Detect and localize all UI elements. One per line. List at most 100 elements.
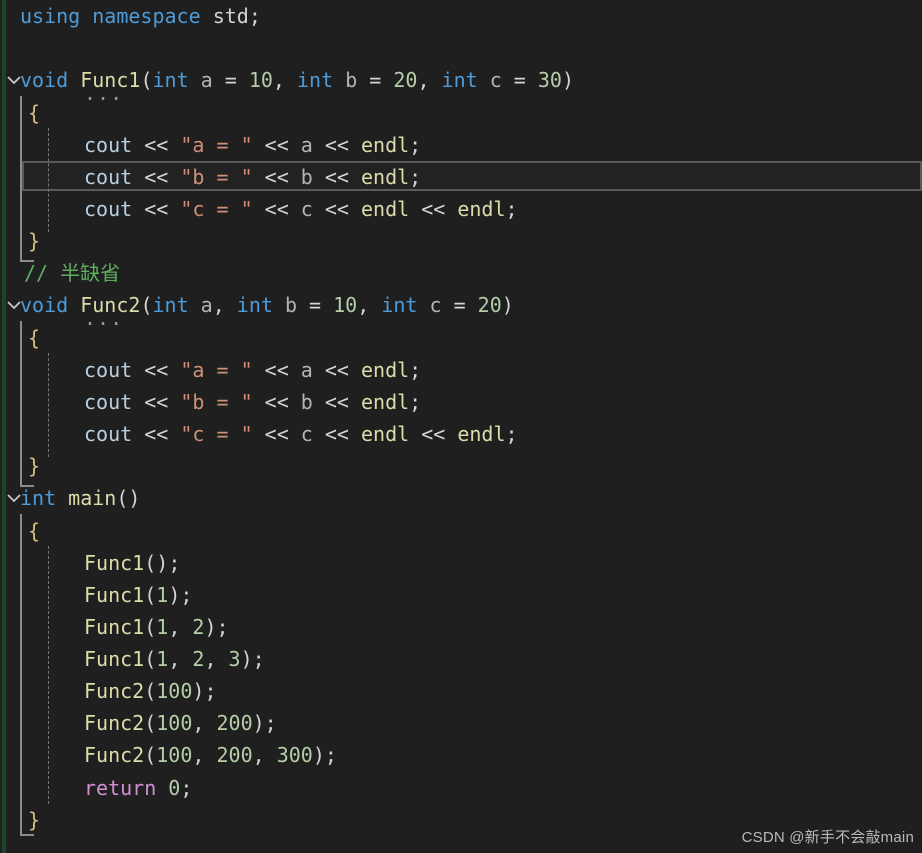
token-function-name: main bbox=[68, 486, 117, 510]
token-number: 10 bbox=[248, 68, 273, 92]
token-param: a bbox=[200, 68, 213, 92]
token-endl: endl bbox=[457, 197, 506, 221]
token-number: 20 bbox=[477, 293, 502, 317]
token-type: int bbox=[236, 293, 273, 317]
token-endl: endl bbox=[361, 422, 410, 446]
code-line[interactable]: cout << "a = " << a << endl; bbox=[0, 354, 922, 386]
token-punctuation: ; bbox=[248, 4, 261, 28]
fold-chevron-func1[interactable] bbox=[7, 64, 21, 96]
token-keyword-return: return bbox=[84, 776, 157, 800]
token-function-call: Func1 bbox=[84, 583, 145, 607]
token-identifier: b bbox=[300, 390, 313, 414]
code-line[interactable]: { bbox=[0, 97, 922, 129]
indent-guide-func1 bbox=[48, 128, 49, 232]
token-paren: () bbox=[116, 486, 141, 510]
inlay-hint-func1: ... bbox=[84, 81, 124, 105]
token-number: 300 bbox=[276, 743, 313, 767]
token-stream: cout bbox=[84, 197, 133, 221]
code-line[interactable]: return 0; bbox=[0, 772, 922, 804]
token-function-call: Func1 bbox=[84, 615, 145, 639]
token-string: b = bbox=[192, 165, 241, 189]
token-stream: cout bbox=[84, 133, 133, 157]
fold-scope-line-func1 bbox=[20, 96, 34, 262]
code-line[interactable]: cout << "a = " << a << endl; bbox=[0, 129, 922, 161]
token-type: int bbox=[381, 293, 418, 317]
token-identifier: c bbox=[300, 422, 313, 446]
token-stream: cout bbox=[84, 422, 133, 446]
code-line-current[interactable]: cout << "b = " << b << endl; bbox=[0, 161, 922, 193]
token-endl: endl bbox=[457, 422, 506, 446]
code-line[interactable]: { bbox=[0, 322, 922, 354]
token-number: 1 bbox=[156, 647, 169, 671]
token-endl: endl bbox=[361, 358, 410, 382]
token-number: 1 bbox=[156, 583, 169, 607]
token-function-call: Func1 bbox=[84, 647, 145, 671]
token-number: 100 bbox=[156, 711, 193, 735]
indent-guide-main bbox=[48, 546, 49, 804]
token-number: 100 bbox=[156, 743, 193, 767]
token-number: 2 bbox=[192, 647, 205, 671]
token-endl: endl bbox=[361, 197, 410, 221]
token-identifier: a bbox=[300, 133, 313, 157]
token-number: 200 bbox=[216, 743, 253, 767]
code-editor[interactable]: ... ... using namespace std; void Func1(… bbox=[0, 0, 922, 853]
code-line[interactable]: Func1(); bbox=[0, 547, 922, 579]
inlay-hint-func2: ... bbox=[84, 306, 124, 330]
token-param: c bbox=[489, 68, 502, 92]
token-endl: endl bbox=[361, 133, 410, 157]
token-function-call: Func2 bbox=[84, 679, 145, 703]
token-type: int bbox=[297, 68, 334, 92]
code-line[interactable]: Func1(1); bbox=[0, 579, 922, 611]
token-identifier: b bbox=[300, 165, 313, 189]
code-line[interactable]: Func1(1, 2, 3); bbox=[0, 643, 922, 675]
token-type: int bbox=[152, 68, 189, 92]
token-number: 100 bbox=[156, 679, 193, 703]
code-line[interactable]: Func2(100, 200); bbox=[0, 707, 922, 739]
code-line[interactable]: } bbox=[0, 225, 922, 257]
token-keyword: namespace bbox=[92, 4, 201, 28]
code-line-comment[interactable]: // 半缺省 bbox=[0, 257, 922, 289]
token-string: c = bbox=[192, 422, 241, 446]
token-number: 2 bbox=[192, 615, 205, 639]
code-line[interactable]: using namespace std; bbox=[0, 0, 922, 32]
token-stream: cout bbox=[84, 390, 133, 414]
token-endl: endl bbox=[361, 165, 410, 189]
token-comment-text: 半缺省 bbox=[60, 261, 121, 285]
token-stream: cout bbox=[84, 358, 133, 382]
code-line[interactable]: cout << "b = " << b << endl; bbox=[0, 386, 922, 418]
code-line[interactable]: cout << "c = " << c << endl << endl; bbox=[0, 418, 922, 450]
csdn-watermark: CSDN @新手不会敲main bbox=[741, 829, 914, 846]
token-identifier: c bbox=[300, 197, 313, 221]
code-line[interactable]: void Func2(int a, int b = 10, int c = 20… bbox=[0, 289, 922, 321]
token-number: 30 bbox=[537, 68, 562, 92]
token-identifier: a bbox=[300, 358, 313, 382]
token-function-call: Func1 bbox=[84, 551, 145, 575]
token-type: int bbox=[152, 293, 189, 317]
code-line[interactable]: } bbox=[0, 450, 922, 482]
token-type: int bbox=[441, 68, 478, 92]
token-string: a = bbox=[192, 133, 241, 157]
token-function-call: Func2 bbox=[84, 743, 145, 767]
token-keyword: void bbox=[20, 68, 69, 92]
indent-guide-func2 bbox=[48, 353, 49, 457]
code-line[interactable]: cout << "c = " << c << endl << endl; bbox=[0, 193, 922, 225]
token-string: c = bbox=[192, 197, 241, 221]
fold-chevron-func2[interactable] bbox=[7, 289, 21, 321]
code-line[interactable]: Func1(1, 2); bbox=[0, 611, 922, 643]
token-param: b bbox=[345, 68, 358, 92]
token-param: b bbox=[284, 293, 298, 317]
code-line[interactable]: Func2(100); bbox=[0, 675, 922, 707]
token-number: 20 bbox=[393, 68, 418, 92]
token-number: 3 bbox=[228, 647, 241, 671]
token-string: b = bbox=[192, 390, 241, 414]
code-line-blank[interactable] bbox=[0, 32, 922, 64]
fold-scope-line-main bbox=[20, 514, 34, 836]
code-line[interactable]: { bbox=[0, 515, 922, 547]
fold-chevron-main[interactable] bbox=[7, 482, 21, 514]
token-function-call: Func2 bbox=[84, 711, 145, 735]
token-number: 0 bbox=[168, 776, 181, 800]
code-line[interactable]: int main() bbox=[0, 482, 922, 514]
code-line[interactable]: void Func1(int a = 10, int b = 20, int c… bbox=[0, 64, 922, 96]
code-line[interactable]: Func2(100, 200, 300); bbox=[0, 739, 922, 771]
token-param: c bbox=[429, 293, 442, 317]
